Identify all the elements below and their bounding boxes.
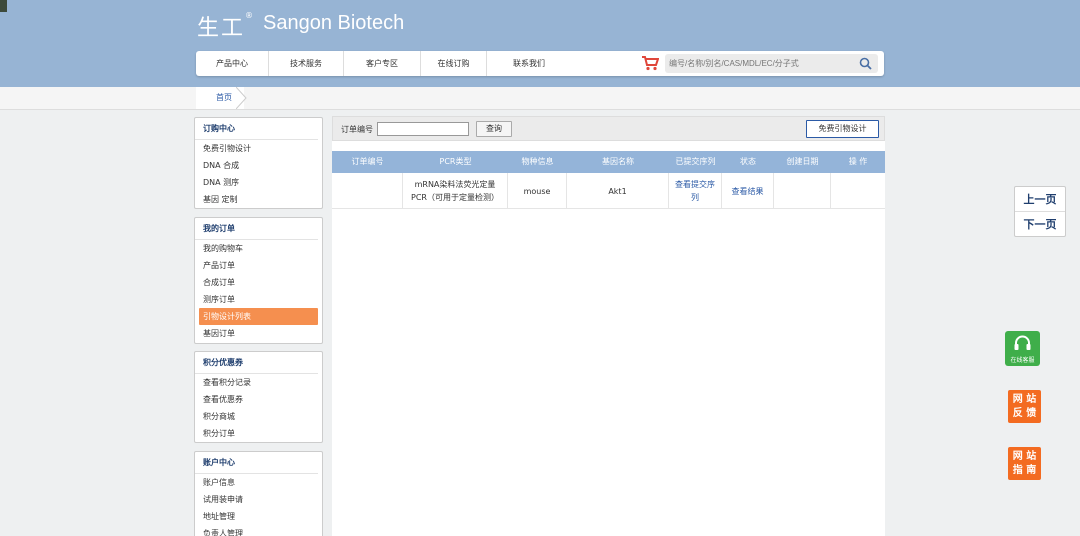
site-feedback-button[interactable]: 网 站 反 馈 [1008,390,1041,423]
cell-order-no [332,173,403,209]
sidebar-group-order-center: 订购中心 免费引物设计 DNA 合成 DNA 测序 基因 定制 [194,117,323,209]
chevron-right-icon [236,87,247,109]
logo[interactable]: 生工 ® Sangon Biotech [197,10,404,42]
sidebar-item-dna-synthesis[interactable]: DNA 合成 [195,157,322,174]
group-title: 账户中心 [195,452,318,474]
sidebar-item-cart[interactable]: 我的购物车 [195,240,322,257]
sidebar-item-sequencing-orders[interactable]: 测序订单 [195,291,322,308]
logo-en: Sangon Biotech [263,12,405,34]
filter-bar: 订单编号 查询 免费引物设计 [332,116,885,141]
cell-actions [831,173,885,209]
cell-gene-name: Akt1 [567,173,669,209]
feedback-line-1: 网 站 [1012,394,1037,405]
main-content: 订单编号 查询 免费引物设计 订单编号 PCR类型 物种信息 基因名称 已提交序… [332,116,885,536]
sidebar-item-primer-design-list[interactable]: 引物设计列表 [199,308,318,325]
query-button[interactable]: 查询 [476,121,512,137]
online-customer-service-button[interactable]: 在线客服 [1005,331,1040,366]
col-actions: 操 作 [848,157,868,166]
col-created-date: 创建日期 [786,157,819,166]
customer-service-label: 在线客服 [1010,357,1035,364]
guide-line-2: 指 南 [1012,465,1037,476]
site-guide-button[interactable]: 网 站 指 南 [1008,447,1041,480]
table-header: 订单编号 PCR类型 物种信息 基因名称 已提交序列 状态 创建日期 操 作 [332,151,885,173]
sidebar-item-gene-custom[interactable]: 基因 定制 [195,191,322,208]
search-input[interactable] [669,56,854,71]
table-row: mRNA染料法荧光定量PCR（可用于定量检测） mouse Akt1 查看提交序… [332,173,885,209]
col-status: 状态 [740,157,756,166]
order-no-label: 订单编号 [341,125,373,134]
col-pcr-type: PCR类型 [439,157,472,166]
sidebar-item-coupons[interactable]: 查看优惠券 [195,391,322,408]
sidebar-item-account-info[interactable]: 账户信息 [195,474,322,491]
feedback-line-2: 反 馈 [1012,408,1037,419]
cell-created-date [774,173,831,209]
col-order-no: 订单编号 [351,157,384,166]
nav-contact[interactable]: 联系我们 [487,51,571,76]
corner-mark [0,0,7,12]
primer-design-table: 订单编号 PCR类型 物种信息 基因名称 已提交序列 状态 创建日期 操 作 m… [332,151,885,209]
free-primer-design-button[interactable]: 免费引物设计 [806,120,879,138]
sidebar-item-dna-sequencing[interactable]: DNA 测序 [195,174,322,191]
sidebar-group-points-coupons: 积分优惠券 查看积分记录 查看优惠券 积分商城 积分订单 [194,351,323,443]
order-no-input[interactable] [377,122,469,136]
sidebar-item-points-records[interactable]: 查看积分记录 [195,374,322,391]
headset-icon [1014,335,1031,350]
pager: 上一页 下一页 [1014,186,1066,237]
next-page-button[interactable]: 下一页 [1015,212,1065,237]
sidebar-item-product-orders[interactable]: 产品订单 [195,257,322,274]
sidebar-group-account-center: 账户中心 账户信息 试用装申请 地址管理 负责人管理 [194,451,323,536]
guide-line-1: 网 站 [1012,451,1037,462]
nav-products[interactable]: 产品中心 [196,51,269,76]
cart-icon[interactable] [641,55,659,71]
sidebar-item-gene-orders[interactable]: 基因订单 [195,325,322,342]
sidebar-item-trial-apply[interactable]: 试用装申请 [195,491,322,508]
nav-online-order[interactable]: 在线订购 [421,51,487,76]
nav-customer-zone[interactable]: 客户专区 [344,51,421,76]
group-title: 积分优惠券 [195,352,318,374]
col-gene-name: 基因名称 [602,157,634,166]
logo-cn: 生工 [197,16,246,41]
col-species: 物种信息 [521,157,554,166]
sidebar-item-points-orders[interactable]: 积分订单 [195,425,322,442]
view-sequence-link[interactable]: 查看提交序列 [669,173,722,209]
sidebar-item-synthesis-orders[interactable]: 合成订单 [195,274,322,291]
view-result-link[interactable]: 查看结果 [722,173,774,209]
breadcrumb: 首页 [0,87,1080,110]
sidebar-group-my-orders: 我的订单 我的购物车 产品订单 合成订单 测序订单 引物设计列表 基因订单 [194,217,323,344]
sidebar-item-points-mall[interactable]: 积分商城 [195,408,322,425]
group-title: 我的订单 [195,218,318,240]
prev-page-button[interactable]: 上一页 [1015,187,1065,212]
search-box [665,54,878,73]
col-submitted-sequence: 已提交序列 [675,157,716,166]
sidebar-item-contact-person[interactable]: 负责人管理 [195,525,322,536]
nav-tech-services[interactable]: 技术服务 [269,51,344,76]
group-title: 订购中心 [195,118,318,140]
sidebar-item-free-primer[interactable]: 免费引物设计 [195,140,322,157]
logo-registered: ® [245,11,254,20]
cell-pcr-type: mRNA染料法荧光定量PCR（可用于定量检测） [403,173,508,209]
cell-species: mouse [508,173,567,209]
sidebar-item-address[interactable]: 地址管理 [195,508,322,525]
search-icon[interactable] [859,57,872,70]
